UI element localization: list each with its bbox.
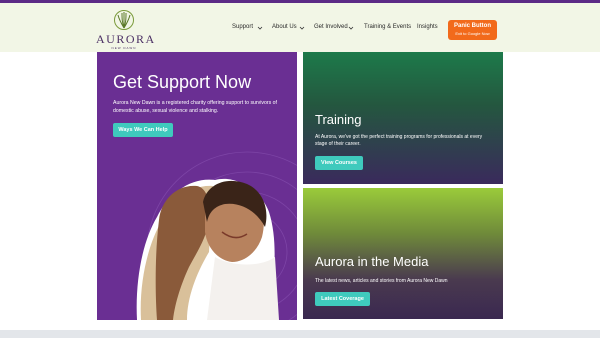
site-header: AURORA NEW DAWN Support About Us Get Inv… bbox=[0, 3, 600, 52]
support-description: Aurora New Dawn is a registered charity … bbox=[113, 100, 277, 114]
chevron-down-icon[interactable] bbox=[299, 25, 305, 31]
media-card[interactable]: Aurora in the Media The latest news, art… bbox=[303, 188, 503, 319]
ways-we-can-help-button[interactable]: Ways We Can Help bbox=[113, 123, 173, 137]
panic-button-label: Panic Button bbox=[454, 23, 491, 29]
training-title: Training bbox=[315, 112, 362, 127]
chevron-down-icon[interactable] bbox=[348, 25, 354, 31]
panic-button[interactable]: Panic Button Exit to Google Now bbox=[448, 20, 497, 40]
get-support-card: Get Support Now Aurora New Dawn is a reg… bbox=[97, 52, 297, 320]
media-title: Aurora in the Media bbox=[315, 254, 429, 269]
nav-insights[interactable]: Insights bbox=[417, 24, 438, 30]
media-description: The latest news, articles and stories fr… bbox=[315, 278, 448, 284]
nav-get-involved[interactable]: Get Involved bbox=[314, 24, 348, 30]
chevron-down-icon[interactable] bbox=[257, 25, 263, 31]
view-courses-button[interactable]: View Courses bbox=[315, 156, 363, 170]
support-title: Get Support Now bbox=[113, 72, 252, 92]
aurora-logo[interactable]: AURORA NEW DAWN bbox=[96, 9, 156, 50]
next-section-strip bbox=[0, 330, 600, 338]
nav-support[interactable]: Support bbox=[232, 24, 253, 30]
nav-about-us[interactable]: About Us bbox=[272, 24, 297, 30]
training-description: At Aurora, we've got the perfect trainin… bbox=[315, 134, 483, 147]
logo-wordmark: AURORA bbox=[96, 32, 156, 46]
panic-button-sublabel: Exit to Google Now bbox=[455, 31, 490, 36]
latest-coverage-button[interactable]: Latest Coverage bbox=[315, 292, 370, 306]
aurora-logo-icon bbox=[114, 10, 134, 30]
nav-training-events[interactable]: Training & Events bbox=[364, 24, 411, 30]
training-card[interactable]: Training At Aurora, we've got the perfec… bbox=[303, 52, 503, 184]
logo-tagline: NEW DAWN bbox=[111, 46, 137, 50]
